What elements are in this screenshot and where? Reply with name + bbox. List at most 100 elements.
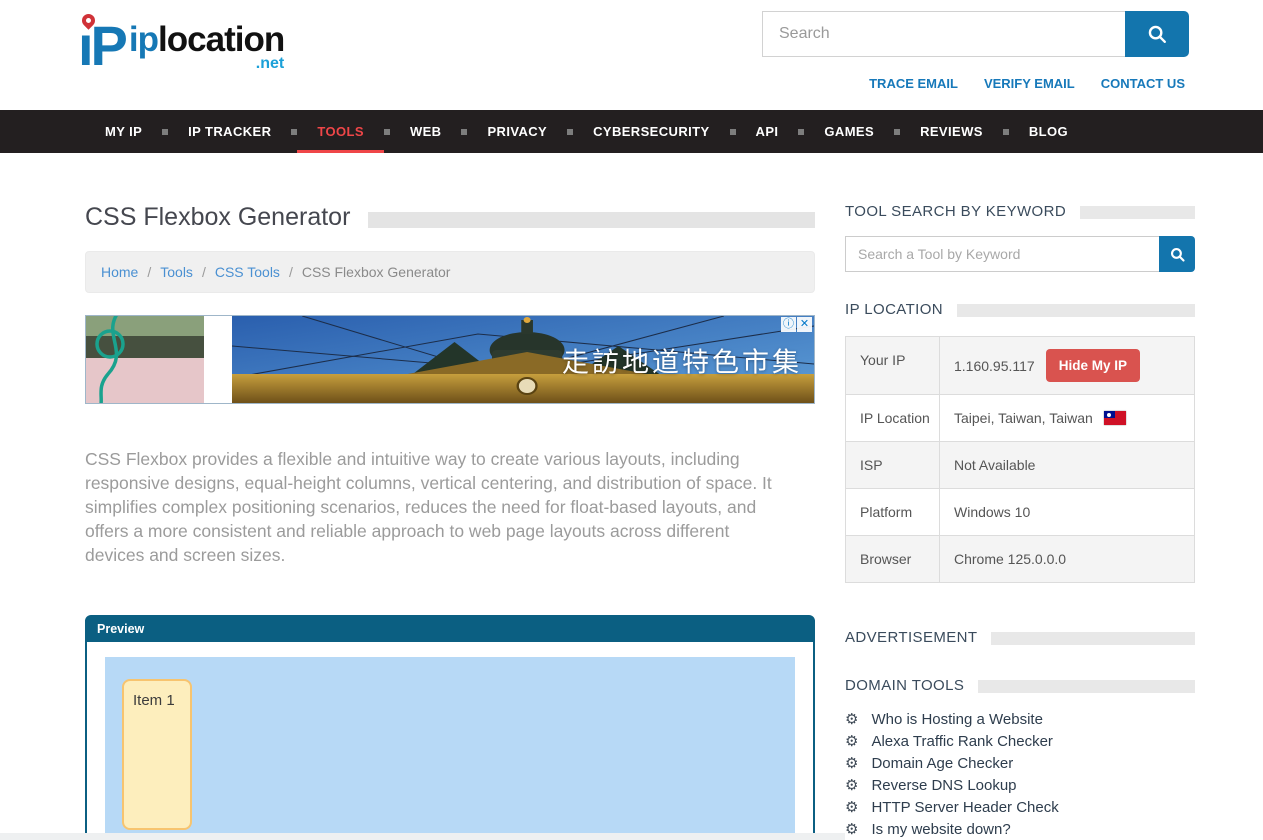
nav-item-cybersecurity[interactable]: CYBERSECURITY	[573, 110, 729, 153]
breadcrumb-separator: /	[202, 264, 206, 280]
domain-tools-heading-text: DOMAIN TOOLS	[845, 677, 964, 694]
domain-tool-link[interactable]: ⚙ Alexa Traffic Rank Checker	[845, 733, 1195, 750]
tool-search-heading-text: TOOL SEARCH BY KEYWORD	[845, 203, 1066, 220]
domain-tool-link[interactable]: ⚙ Is my website down?	[845, 821, 1195, 838]
logo-wordmark: iplocation .net	[129, 22, 284, 73]
heading-decorative-bar	[978, 680, 1195, 693]
row-label: ISP	[846, 442, 940, 488]
domain-tool-label: Domain Age Checker	[871, 755, 1013, 772]
tool-search-button[interactable]	[1159, 236, 1195, 272]
domain-tool-link[interactable]: ⚙ Reverse DNS Lookup	[845, 777, 1195, 794]
tool-search	[845, 236, 1195, 272]
gear-icon: ⚙	[845, 734, 858, 749]
heading-decorative-bar	[991, 632, 1195, 645]
breadcrumb-separator: /	[289, 264, 293, 280]
domain-tool-label: Is my website down?	[871, 821, 1010, 838]
domain-tools-list: ⚙ Who is Hosting a Website ⚙ Alexa Traff…	[845, 711, 1195, 840]
domain-tool-link[interactable]: ⚙ Domain Age Checker	[845, 755, 1195, 772]
verify-email-link[interactable]: VERIFY EMAIL	[984, 76, 1075, 91]
nav-item-tools[interactable]: TOOLS	[297, 110, 384, 153]
header-search	[762, 11, 1189, 57]
tool-description: CSS Flexbox provides a flexible and intu…	[85, 447, 793, 567]
breadcrumb-home[interactable]: Home	[101, 264, 138, 280]
header-links: TRACE EMAIL VERIFY EMAIL CONTACT US	[869, 76, 1185, 91]
gear-icon: ⚙	[845, 778, 858, 793]
nav-item-api[interactable]: API	[736, 110, 799, 153]
ad-gap	[204, 316, 232, 403]
domain-tool-link[interactable]: ⚙ HTTP Server Header Check	[845, 799, 1195, 816]
contact-us-link[interactable]: CONTACT US	[1101, 76, 1185, 91]
logo-name-rest: location	[158, 20, 284, 59]
domain-tool-label: Alexa Traffic Rank Checker	[871, 733, 1052, 750]
breadcrumb-separator: /	[147, 264, 151, 280]
logo-mark-icon: ıP	[78, 8, 125, 74]
nav-item-privacy[interactable]: PRIVACY	[467, 110, 567, 153]
table-row-your-ip: Your IP 1.160.95.117 Hide My IP	[846, 337, 1194, 395]
domain-tool-link[interactable]: ⚙ Who is Hosting a Website	[845, 711, 1195, 728]
site-logo[interactable]: ıP iplocation .net	[78, 8, 284, 74]
table-row-browser: Browser Chrome 125.0.0.0	[846, 536, 1194, 582]
ad-banner[interactable]: 走訪地道特色市集 ⓘ ✕	[85, 315, 815, 404]
gear-icon: ⚙	[845, 800, 858, 815]
table-row-ip-location: IP Location Taipei, Taiwan, Taiwan	[846, 395, 1194, 442]
breadcrumb: Home / Tools / CSS Tools / CSS Flexbox G…	[85, 251, 815, 293]
row-label: Your IP	[846, 337, 940, 394]
sidebar: TOOL SEARCH BY KEYWORD IP LOCATION Your …	[845, 203, 1195, 840]
browser-value: Chrome 125.0.0.0	[954, 551, 1066, 567]
gear-icon: ⚙	[845, 756, 858, 771]
preview-panel: Preview Item 1	[85, 615, 815, 840]
ad-left-image[interactable]	[86, 316, 204, 403]
main-nav: MY IP IP TRACKER TOOLS WEB PRIVACY CYBER…	[0, 110, 1263, 153]
isp-value: Not Available	[954, 457, 1035, 473]
logo-name-ip: ip	[129, 20, 158, 59]
ad-headline: 走訪地道特色市集	[562, 340, 802, 379]
ad-info-icon[interactable]: ⓘ	[781, 317, 796, 332]
breadcrumb-css-tools[interactable]: CSS Tools	[215, 264, 280, 280]
nav-item-web[interactable]: WEB	[390, 110, 462, 153]
advertisement-heading: ADVERTISEMENT	[845, 629, 1195, 646]
gear-icon: ⚙	[845, 712, 858, 727]
nav-item-blog[interactable]: BLOG	[1009, 110, 1088, 153]
ad-close-icon[interactable]: ✕	[797, 317, 812, 332]
search-icon	[1169, 246, 1186, 263]
nav-item-games[interactable]: GAMES	[804, 110, 894, 153]
nav-item-reviews[interactable]: REVIEWS	[900, 110, 1003, 153]
nav-item-ip-tracker[interactable]: IP TRACKER	[168, 110, 291, 153]
your-ip-value: 1.160.95.117	[954, 358, 1035, 374]
trace-email-link[interactable]: TRACE EMAIL	[869, 76, 958, 91]
breadcrumb-tools[interactable]: Tools	[160, 264, 193, 280]
platform-value: Windows 10	[954, 504, 1030, 520]
tool-search-heading: TOOL SEARCH BY KEYWORD	[845, 203, 1195, 220]
search-input[interactable]	[762, 11, 1125, 57]
table-row-platform: Platform Windows 10	[846, 489, 1194, 536]
flex-preview-container: Item 1	[105, 657, 795, 840]
main-column: CSS Flexbox Generator Home / Tools / CSS…	[85, 203, 815, 840]
gear-icon: ⚙	[845, 822, 858, 837]
logo-name: iplocation	[129, 20, 284, 59]
ad-choice-icons: ⓘ ✕	[781, 317, 812, 332]
domain-tool-label: HTTP Server Header Check	[871, 799, 1058, 816]
heading-decorative-bar	[1080, 206, 1195, 219]
advertisement-heading-text: ADVERTISEMENT	[845, 629, 977, 646]
search-icon	[1146, 23, 1168, 45]
domain-tools-heading: DOMAIN TOOLS	[845, 677, 1195, 694]
tool-search-input[interactable]	[845, 236, 1159, 272]
heading-decorative-bar	[957, 304, 1195, 317]
domain-tool-label: Reverse DNS Lookup	[871, 777, 1016, 794]
row-label: Browser	[846, 536, 940, 582]
search-button[interactable]	[1125, 11, 1189, 57]
table-row-isp: ISP Not Available	[846, 442, 1194, 489]
taiwan-flag-icon	[1104, 411, 1126, 425]
footer-strip	[0, 833, 845, 840]
ad-right-image[interactable]: 走訪地道特色市集 ⓘ ✕	[232, 316, 814, 403]
site-header: ıP iplocation .net TRACE EMAIL VERIFY EM…	[0, 0, 1263, 110]
ip-location-value: Taipei, Taiwan, Taiwan	[954, 410, 1093, 426]
ip-location-table: Your IP 1.160.95.117 Hide My IP IP Locat…	[845, 336, 1195, 583]
flex-preview-item-1: Item 1	[122, 679, 192, 830]
page-title: CSS Flexbox Generator	[85, 203, 350, 232]
hide-my-ip-button[interactable]: Hide My IP	[1046, 349, 1140, 382]
row-label: IP Location	[846, 395, 940, 441]
ip-location-heading: IP LOCATION	[845, 301, 1195, 318]
nav-item-my-ip[interactable]: MY IP	[85, 110, 162, 153]
ip-location-heading-text: IP LOCATION	[845, 301, 943, 318]
